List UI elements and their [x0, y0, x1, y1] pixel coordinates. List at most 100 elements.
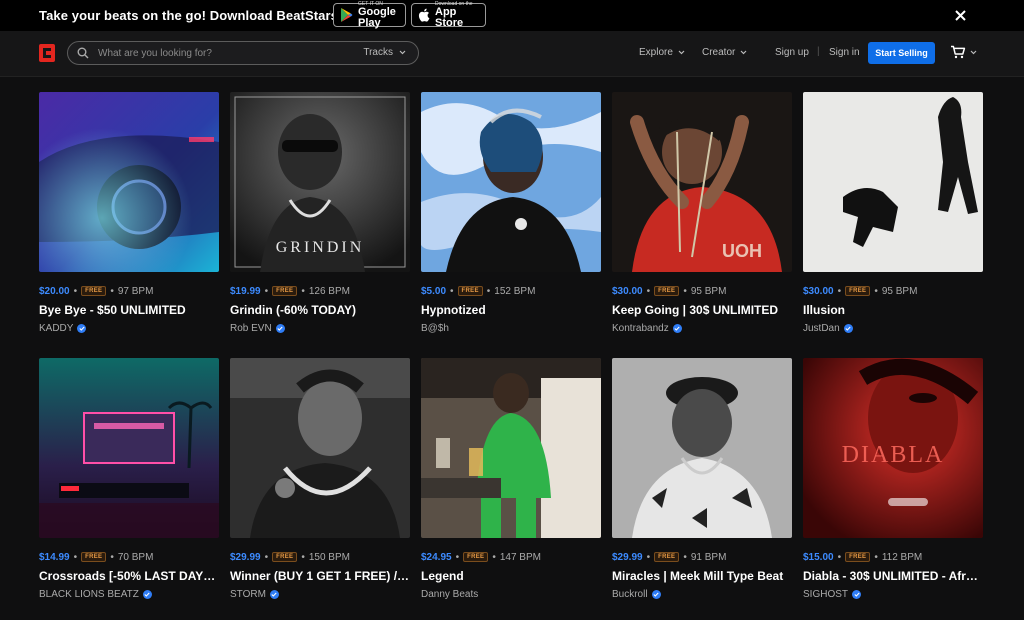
track-title[interactable]: Bye Bye - $50 UNLIMITED [39, 303, 219, 317]
artist-name: B@$h [421, 323, 449, 334]
separator-dot: • [874, 551, 878, 563]
cart-menu[interactable] [950, 45, 977, 59]
track-artist[interactable]: STORM [230, 589, 410, 600]
separator-dot: • [301, 285, 305, 297]
free-download-badge[interactable]: FREE [457, 286, 483, 296]
close-icon[interactable] [952, 7, 968, 23]
separator-dot: • [486, 285, 491, 297]
track-price[interactable]: $19.99 [230, 286, 261, 297]
separator-dot: • [455, 551, 460, 563]
verified-icon [269, 590, 279, 599]
track-title[interactable]: Crossroads [-50% LAST DAY] (Pol... [39, 569, 219, 583]
track-card: GRINDIN $19.99 • FREE • 126 BPM Grindin … [230, 92, 410, 334]
google-play-button[interactable]: GET IT ON Google Play [333, 1, 406, 29]
track-title[interactable]: Grindin (-60% TODAY) [230, 303, 410, 317]
track-artwork[interactable] [803, 92, 983, 272]
artist-name: KADDY [39, 323, 74, 334]
track-title[interactable]: Keep Going | 30$ UNLIMITED [612, 303, 792, 317]
free-download-badge[interactable]: FREE [272, 552, 298, 562]
track-artwork[interactable]: DIABLA [803, 358, 983, 538]
track-price[interactable]: $30.00 [803, 286, 834, 297]
track-price[interactable]: $30.00 [612, 286, 643, 297]
cart-icon [951, 45, 966, 59]
track-card: DIABLA $15.00 • FREE • 112 BPM Diabla - … [803, 358, 983, 600]
google-play-icon [340, 8, 353, 22]
free-download-badge[interactable]: FREE [81, 286, 107, 296]
verified-icon [651, 590, 661, 599]
free-download-badge[interactable]: FREE [463, 552, 489, 562]
track-title[interactable]: Illusion [803, 303, 983, 317]
track-artwork[interactable]: GRINDIN [230, 92, 410, 272]
artist-name: Kontrabandz [612, 323, 669, 334]
explore-menu[interactable]: Explore [639, 47, 685, 58]
track-artwork[interactable] [39, 92, 219, 272]
track-artist[interactable]: SIGHOST [803, 589, 983, 600]
start-selling-button[interactable]: Start Selling [868, 42, 935, 64]
track-title[interactable]: Miracles | Meek Mill Type Beat [612, 569, 792, 583]
track-title[interactable]: Diabla - 30$ UNLIMITED - Afrobeat... [803, 569, 983, 583]
track-artwork[interactable] [230, 358, 410, 538]
track-artist[interactable]: JustDan [803, 323, 983, 334]
track-price[interactable]: $24.95 [421, 552, 452, 563]
track-meta: $5.00 • FREE • 152 BPM [421, 285, 601, 297]
search-category-dropdown[interactable]: Tracks [363, 47, 406, 58]
track-meta: $19.99 • FREE • 126 BPM [230, 285, 410, 297]
sign-up-link[interactable]: Sign up [775, 47, 809, 58]
free-download-badge[interactable]: FREE [845, 552, 871, 562]
track-bpm: 112 BPM [881, 551, 923, 563]
track-artwork[interactable] [421, 92, 601, 272]
app-promo-banner: Take your beats on the go! Download Beat… [0, 0, 1024, 31]
artist-name: SIGHOST [803, 589, 849, 600]
separator-dot: • [264, 285, 269, 297]
track-artwork[interactable] [421, 358, 601, 538]
track-price[interactable]: $29.99 [612, 552, 643, 563]
verified-icon [672, 324, 682, 333]
track-artist[interactable]: Danny Beats [421, 589, 601, 600]
app-store-label: App Store [435, 6, 464, 29]
track-price[interactable]: $20.00 [39, 286, 70, 297]
separator-dot: • [683, 551, 687, 563]
track-meta: $30.00 • FREE • 95 BPM [803, 285, 983, 297]
separator-dot: • [301, 551, 305, 563]
app-store-button[interactable]: Download on the App Store [411, 1, 486, 29]
creator-menu[interactable]: Creator [702, 47, 747, 58]
track-artist[interactable]: Buckroll [612, 589, 792, 600]
sign-in-link[interactable]: Sign in [829, 47, 860, 58]
verified-icon [142, 590, 152, 599]
separator-dot: • [837, 285, 842, 297]
track-artist[interactable]: KADDY [39, 323, 219, 334]
search-icon [77, 47, 89, 59]
chevron-down-icon [970, 50, 977, 54]
track-card: $29.99 • FREE • 150 BPM Winner (BUY 1 GE… [230, 358, 410, 600]
track-bpm: 97 BPM [117, 285, 154, 297]
track-artwork[interactable] [612, 358, 792, 538]
track-price[interactable]: $29.99 [230, 552, 261, 563]
search-input[interactable] [96, 46, 350, 60]
free-download-badge[interactable]: FREE [654, 552, 680, 562]
separator-dot: • [264, 551, 269, 563]
beatstars-logo-icon[interactable] [39, 44, 55, 62]
track-artist[interactable]: Kontrabandz [612, 323, 792, 334]
track-title[interactable]: Hypnotized [421, 303, 601, 317]
track-title[interactable]: Winner (BUY 1 GET 1 FREE) / Lil Baby... [230, 569, 410, 583]
artwork-text: GRINDIN [276, 239, 365, 256]
top-navbar: Tracks Explore Creator Sign up | Sign in… [0, 31, 1024, 77]
track-price[interactable]: $15.00 [803, 552, 834, 563]
track-card: $30.00 • FREE • 95 BPM Illusion JustDan [803, 92, 983, 334]
track-artist[interactable]: BLACK LIONS BEATZ [39, 589, 219, 600]
free-download-badge[interactable]: FREE [845, 286, 871, 296]
track-price[interactable]: $14.99 [39, 552, 70, 563]
track-artist[interactable]: Rob EVN [230, 323, 410, 334]
free-download-badge[interactable]: FREE [272, 286, 298, 296]
track-price[interactable]: $5.00 [421, 286, 446, 297]
search-bar: Tracks [67, 41, 419, 65]
track-artwork[interactable] [39, 358, 219, 538]
verified-icon [275, 324, 285, 333]
track-artist[interactable]: B@$h [421, 323, 601, 334]
track-card: $24.95 • FREE • 147 BPM Legend Danny Bea… [421, 358, 601, 600]
track-card: $20.00 • FREE • 97 BPM Bye Bye - $50 UNL… [39, 92, 219, 334]
free-download-badge[interactable]: FREE [654, 286, 680, 296]
track-artwork[interactable]: UOH [612, 92, 792, 272]
track-title[interactable]: Legend [421, 569, 601, 583]
free-download-badge[interactable]: FREE [81, 552, 107, 562]
